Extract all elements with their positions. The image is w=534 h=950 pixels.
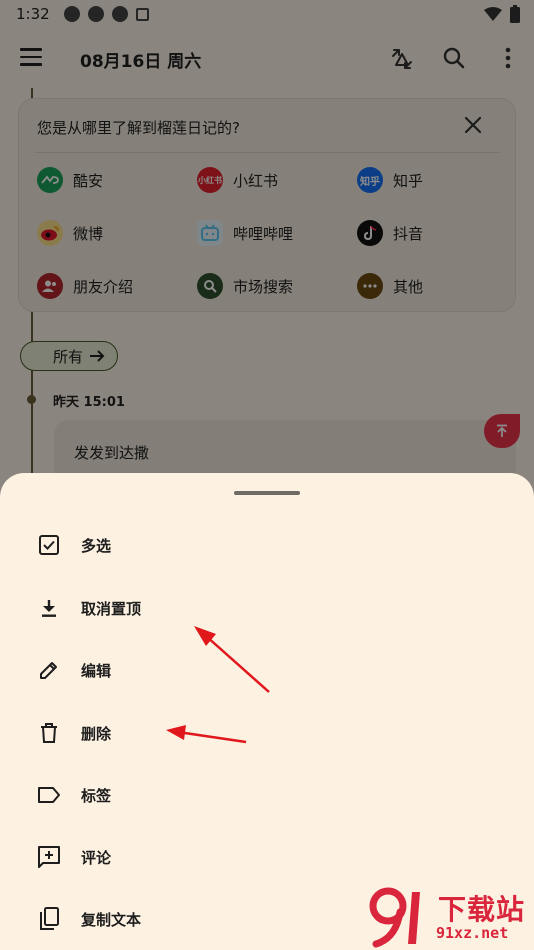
- drag-handle[interactable]: [234, 491, 300, 495]
- pencil-icon: [37, 658, 61, 682]
- label-tag-icon: [37, 783, 61, 807]
- sheet-item-delete[interactable]: 删除: [0, 705, 534, 761]
- watermark-url: 91xz.net: [436, 924, 509, 942]
- entry-actions-sheet: 多选 取消置顶 编辑 删除 标签 评论 复制文本: [0, 473, 534, 950]
- watermark-title: 下载站: [438, 893, 526, 926]
- sheet-item-unpin[interactable]: 取消置顶: [0, 580, 534, 636]
- unpin-download-icon: [37, 596, 61, 620]
- sheet-item-label: 编辑: [81, 661, 112, 680]
- copy-icon: [37, 907, 61, 931]
- add-comment-icon: [37, 845, 61, 869]
- sheet-item-label: 标签: [81, 786, 112, 805]
- sheet-item-label: 删除: [81, 724, 112, 743]
- site-watermark: 下载站 91xz.net: [366, 884, 532, 948]
- trash-icon: [37, 721, 61, 745]
- watermark-logo-icon: [369, 887, 420, 948]
- sheet-item-comment[interactable]: 评论: [0, 829, 534, 885]
- sheet-item-label: 评论: [81, 848, 112, 867]
- sheet-item-label: 复制文本: [81, 910, 142, 929]
- sheet-item-edit[interactable]: 编辑: [0, 642, 534, 698]
- sheet-item-tag[interactable]: 标签: [0, 767, 534, 823]
- sheet-item-label: 多选: [81, 536, 112, 555]
- sheet-item-label: 取消置顶: [81, 599, 142, 618]
- checkbox-icon: [37, 533, 61, 557]
- sheet-item-multiselect[interactable]: 多选: [0, 517, 534, 573]
